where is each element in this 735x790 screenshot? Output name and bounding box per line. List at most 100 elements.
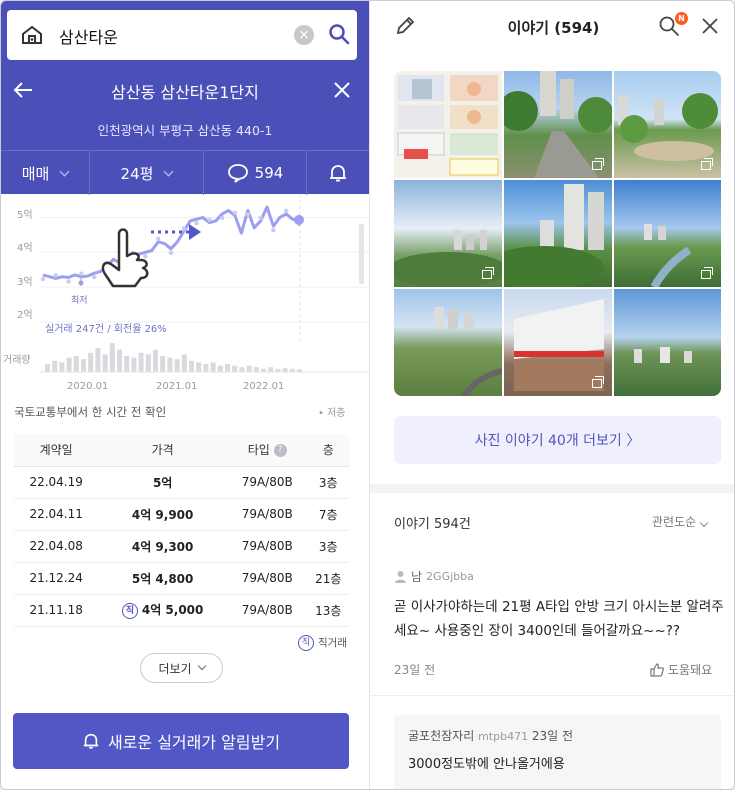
volume-bar bbox=[246, 365, 252, 372]
price-chart-svg bbox=[39, 194, 369, 373]
volume-bar bbox=[282, 368, 288, 372]
trade-table: 계약일 가격 타입 ? 층 22.04.19 5억 79A/80B 3층 22.04.1… bbox=[14, 434, 349, 627]
trade-price-value: 4억 5,000 bbox=[141, 603, 204, 618]
volume-bar bbox=[73, 356, 79, 372]
close-icon[interactable] bbox=[331, 79, 353, 101]
clear-icon[interactable]: × bbox=[294, 25, 314, 45]
comments-count: 594 bbox=[254, 164, 284, 182]
trade-point bbox=[53, 273, 58, 278]
photo-thumb[interactable] bbox=[394, 289, 502, 396]
post-author-gender: 남 bbox=[411, 570, 423, 584]
trade-floor: 3층 bbox=[307, 530, 349, 563]
user-icon bbox=[395, 571, 406, 583]
volume-bar bbox=[102, 354, 108, 372]
search-input[interactable]: 삼산타운 bbox=[59, 24, 118, 48]
reply-author: 굴포천잠자리 bbox=[408, 729, 475, 743]
x-tick-2021: 2021.01 bbox=[156, 381, 198, 392]
y-tick-3: 3억 bbox=[17, 277, 33, 288]
direct-trade-legend-label: 직거래 bbox=[318, 637, 347, 649]
table-row[interactable]: 22.04.08 4억 9,300 79A/80B 3층 bbox=[14, 530, 349, 563]
volume-bar bbox=[81, 359, 86, 372]
left-panel: 삼산타운 × 삼산동 삼산타운1단지 인천광역시 부평구 삼산동 440-1 매… bbox=[1, 1, 369, 789]
notification-button[interactable] bbox=[307, 151, 369, 195]
post-text[interactable]: 곧 이사가야하는데 21평 A타입 안방 크기 아시는분 알려주세요~ 사용중인… bbox=[394, 595, 724, 643]
comments-button[interactable]: 594 bbox=[204, 151, 307, 195]
trade-floor: 7층 bbox=[307, 498, 349, 531]
trade-point bbox=[194, 220, 199, 226]
volume-bar bbox=[109, 343, 115, 372]
volume-bar bbox=[210, 362, 216, 372]
photo-thumb[interactable] bbox=[504, 289, 612, 396]
helpful-button[interactable]: 도움돼요 bbox=[650, 661, 712, 678]
x-tick-2020: 2020.01 bbox=[67, 381, 109, 392]
size-dropdown[interactable]: 24평 bbox=[90, 151, 204, 195]
trade-point bbox=[79, 271, 84, 276]
sort-dropdown[interactable]: 관련도순 bbox=[652, 513, 709, 530]
photo-more-button[interactable]: 사진 이야기 40개 더보기 〉 bbox=[394, 416, 721, 464]
volume-bar bbox=[268, 367, 274, 372]
close-icon[interactable] bbox=[700, 16, 720, 36]
y-tick-5: 5억 bbox=[17, 210, 33, 221]
multi-photo-icon bbox=[701, 158, 713, 170]
trade-point bbox=[92, 275, 97, 280]
reply-date: 23일 전 bbox=[531, 729, 574, 743]
table-row[interactable]: 22.04.11 4억 9,900 79A/80B 7층 bbox=[14, 498, 349, 531]
bell-icon bbox=[83, 733, 99, 749]
apartments-photo-image bbox=[504, 184, 604, 287]
price-alert-button[interactable]: 새로운 실거래가 알림받기 bbox=[13, 713, 349, 769]
sort-label: 관련도순 bbox=[652, 515, 697, 529]
more-button[interactable]: 더보기 bbox=[140, 653, 223, 683]
multi-photo-icon bbox=[701, 267, 713, 279]
trade-price: 5억 bbox=[98, 466, 227, 499]
volume-bar bbox=[189, 360, 194, 372]
photo-thumb[interactable] bbox=[504, 71, 612, 178]
volume-bar bbox=[88, 352, 94, 372]
complex-title: 삼산동 삼산타운1단지 bbox=[111, 83, 259, 102]
trade-price-value: 5억 4,800 bbox=[131, 571, 194, 586]
col-date: 계약일 bbox=[14, 434, 99, 467]
trade-type-dropdown[interactable]: 매매 bbox=[1, 151, 90, 195]
chart-scrollbar bbox=[359, 224, 364, 284]
thumbs-up-icon bbox=[650, 662, 664, 677]
volume-bar bbox=[45, 364, 50, 372]
trade-summary: 실거래 247건 / 회전율 26% bbox=[45, 324, 167, 335]
speech-bubble-icon bbox=[227, 164, 248, 183]
help-icon[interactable]: ? bbox=[273, 444, 287, 458]
volume-bar bbox=[117, 349, 122, 372]
helpful-label: 도움돼요 bbox=[668, 663, 713, 677]
price-chart[interactable]: 5억 4억 3억 2억 최저 실거래 247건 / 회전율 26% 거래량 20… bbox=[1, 194, 369, 399]
trade-type: 79A/80B bbox=[226, 466, 308, 499]
volume-bar bbox=[253, 367, 259, 372]
photo-thumb[interactable] bbox=[394, 71, 502, 178]
photo-thumb[interactable] bbox=[614, 71, 721, 178]
trade-date: 21.12.24 bbox=[14, 562, 99, 595]
photo-thumb[interactable] bbox=[394, 180, 502, 287]
photo-thumb[interactable] bbox=[614, 289, 721, 396]
trade-type: 79A/80B bbox=[226, 562, 308, 595]
chevron-down-icon bbox=[197, 661, 206, 671]
table-row[interactable]: 21.11.18 직 4억 5,000 79A/80B 13층 bbox=[14, 594, 349, 627]
table-row[interactable]: 21.12.24 5억 4,800 79A/80B 21층 bbox=[14, 562, 349, 595]
size-label: 24평 bbox=[120, 164, 154, 183]
volume-bar bbox=[66, 357, 72, 372]
chevron-down-icon bbox=[699, 518, 709, 528]
col-floor: 층 bbox=[307, 434, 349, 467]
bell-icon bbox=[330, 165, 346, 182]
low-floor-legend-label: 저층 bbox=[327, 408, 346, 419]
trade-point bbox=[143, 254, 148, 259]
home-icon[interactable] bbox=[21, 24, 43, 46]
volume-label: 거래량 bbox=[3, 355, 31, 366]
section-divider bbox=[370, 484, 734, 493]
trade-floor: 3층 bbox=[307, 466, 349, 499]
search-icon[interactable] bbox=[328, 23, 350, 45]
trade-point bbox=[156, 236, 161, 242]
trade-point bbox=[40, 276, 46, 282]
search-bar[interactable]: 삼산타운 × bbox=[7, 10, 357, 60]
table-row[interactable]: 22.04.19 5억 79A/80B 3층 bbox=[14, 466, 349, 499]
col-price: 가격 bbox=[98, 434, 227, 467]
comic-photo-image bbox=[397, 75, 499, 176]
reply-card[interactable]: 굴포천잠자리 mtpb471 23일 전 3000정도밖에 안나올거에용 bbox=[394, 715, 721, 789]
reply-nick: mtpb471 bbox=[478, 730, 529, 743]
photo-thumb[interactable] bbox=[614, 180, 721, 287]
photo-thumb[interactable] bbox=[504, 180, 612, 287]
